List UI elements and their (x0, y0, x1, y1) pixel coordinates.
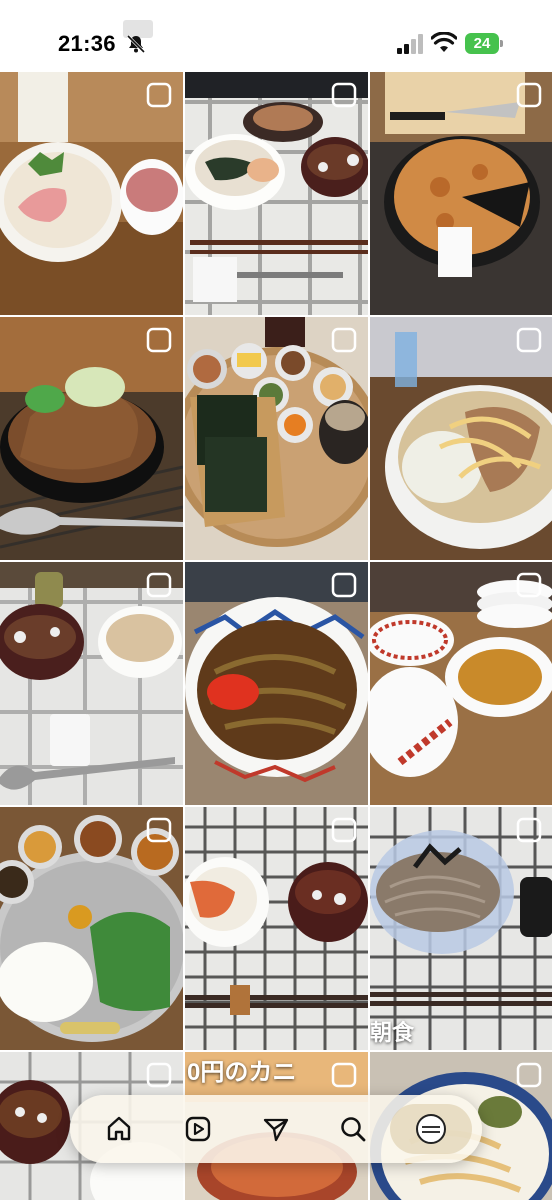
battery-icon: 24 (465, 33, 503, 54)
grid-post-onigiri-tray[interactable] (185, 317, 368, 560)
bell-slash-icon (126, 34, 146, 54)
grid-post-sushiro[interactable] (370, 562, 552, 805)
jiro-ramen-photo (370, 317, 552, 560)
grid-post-jiro-ramen[interactable] (370, 317, 552, 560)
wifi-icon (431, 32, 457, 52)
status-time: 21:36 (58, 31, 116, 56)
soup-set-photo (0, 562, 183, 805)
profile-avatar (416, 1114, 446, 1144)
curry-noodles-photo (185, 562, 368, 805)
grid-post-curry-noodles[interactable] (185, 562, 368, 805)
caption-breakfast: 朝食 (370, 1020, 415, 1045)
soba-photo (370, 807, 552, 1050)
send-icon (263, 1118, 289, 1142)
cellular-signal-icon (397, 34, 423, 54)
grid-post-curry-plate[interactable] (0, 807, 183, 1050)
curry-plate-photo (0, 807, 183, 1050)
nav-home-button[interactable] (94, 1104, 144, 1154)
nav-search-button[interactable] (328, 1104, 378, 1154)
grid-post-soba[interactable]: 朝食 (370, 807, 552, 1050)
reels-icon (185, 1116, 211, 1142)
battery-cap (500, 40, 503, 47)
nav-messages-button[interactable] (251, 1104, 301, 1154)
onigiri-tray-photo (185, 317, 368, 560)
pizza-photo (370, 72, 552, 315)
home-icon (107, 1116, 131, 1141)
caption-crab: 0円のカニ (187, 1059, 297, 1086)
grid-post-pork-bowl[interactable] (0, 317, 183, 560)
grid-post-ramen[interactable] (0, 72, 183, 315)
grid-post-salmon-rice[interactable] (185, 807, 368, 1050)
status-bar: 21:36 24 (0, 0, 552, 72)
grid-post-soup-set[interactable] (0, 562, 183, 805)
grid-post-pizza[interactable] (370, 72, 552, 315)
nav-reels-button[interactable] (173, 1104, 223, 1154)
pork-bowl-photo (0, 317, 183, 560)
teishoku-photo (185, 72, 368, 315)
search-icon (341, 1117, 366, 1142)
sushiro-photo (370, 562, 552, 805)
salmon-rice-photo (185, 807, 368, 1050)
photo-grid: 朝食 0円のカニ (0, 72, 552, 1200)
nav-profile-button[interactable] (390, 1104, 472, 1154)
ramen-photo (0, 72, 183, 315)
battery-level: 24 (473, 35, 491, 52)
bottom-nav-bar (70, 1095, 482, 1163)
grid-post-teishoku-rice[interactable] (185, 72, 368, 315)
